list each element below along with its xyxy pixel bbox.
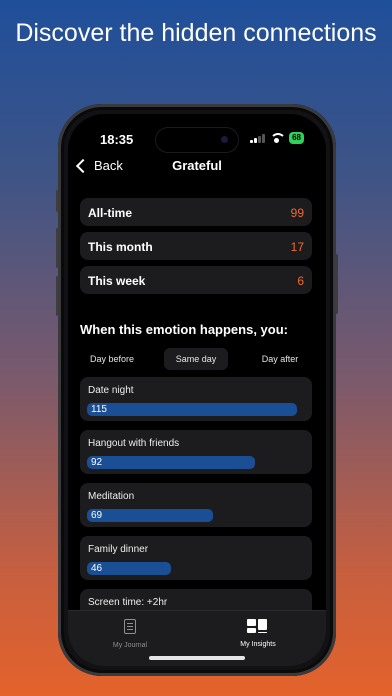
tab-my-insights[interactable]: My Insights (208, 619, 308, 648)
activity-card[interactable]: Family dinner 46 (80, 536, 312, 580)
stat-all-time: All-time 99 (80, 198, 312, 226)
journal-icon (124, 619, 136, 634)
tab-label: My Insights (240, 641, 276, 648)
stat-this-month: This month 17 (80, 232, 312, 260)
stat-this-week: This week 6 (80, 266, 312, 294)
activity-bar: 115 (87, 403, 297, 416)
activity-count: 46 (91, 563, 103, 574)
camera-icon (221, 136, 228, 143)
status-time: 18:35 (100, 132, 134, 147)
signal-icon (250, 133, 266, 143)
volume-up-button (56, 228, 59, 268)
activity-label: Meditation (88, 491, 135, 502)
section-title: When this emotion happens, you: (80, 322, 288, 337)
activity-count: 115 (91, 404, 107, 415)
app-screen: 18:35 68 Back Grateful All-time 99 This … (68, 114, 326, 666)
activity-label: Hangout with friends (88, 438, 180, 449)
insights-icon (247, 619, 269, 633)
dynamic-island (156, 128, 238, 152)
activity-card[interactable]: Hangout with friends 92 (80, 430, 312, 474)
stat-label: This month (88, 240, 153, 254)
headline: Discover the hidden connections (15, 19, 377, 47)
segment-day-before[interactable]: Day before (80, 348, 144, 370)
activity-label: Screen time: +2hr (88, 597, 168, 608)
activity-card[interactable]: Meditation 69 (80, 483, 312, 527)
stat-label: This week (88, 274, 146, 288)
battery-icon: 68 (289, 132, 304, 144)
segment-same-day[interactable]: Same day (164, 348, 228, 370)
tab-my-journal[interactable]: My Journal (80, 619, 180, 649)
volume-down-button (56, 276, 59, 316)
tab-label: My Journal (112, 642, 148, 649)
activity-count: 69 (91, 510, 103, 521)
activity-card[interactable]: Date night 115 (80, 377, 312, 421)
status-icons: 68 (250, 132, 304, 144)
mute-switch (56, 190, 59, 212)
power-button (335, 254, 338, 314)
activity-bar: 46 (87, 562, 171, 575)
stat-value: 6 (297, 274, 304, 288)
segment-day-after[interactable]: Day after (248, 348, 312, 370)
navigation-bar: Back Grateful (68, 156, 326, 180)
activity-count: 92 (91, 457, 103, 468)
activity-label: Family dinner (88, 544, 149, 555)
activity-bar: 69 (87, 509, 213, 522)
page-title: Grateful (172, 158, 222, 173)
status-bar: 18:35 68 (68, 128, 326, 152)
wifi-icon (270, 133, 285, 143)
stat-value: 17 (290, 240, 304, 254)
activity-label: Date night (88, 385, 134, 396)
stat-label: All-time (88, 206, 133, 220)
stat-value: 99 (290, 206, 304, 220)
day-segment-control: Day before Same day Day after (80, 348, 312, 370)
phone-frame: 18:35 68 Back Grateful All-time 99 This … (56, 104, 338, 676)
activity-bar: 92 (87, 456, 255, 469)
home-indicator[interactable] (149, 656, 245, 660)
